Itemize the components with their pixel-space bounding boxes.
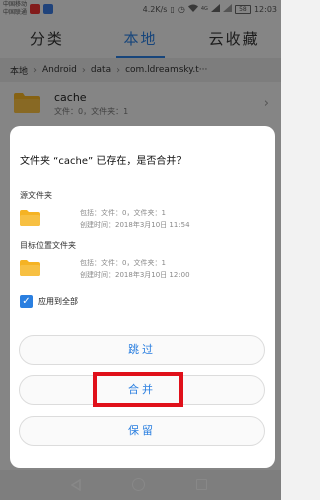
highlight-annotation-box (93, 372, 183, 407)
apply-all-label: 应用到全部 (38, 296, 78, 306)
skip-button[interactable]: 跳过 (19, 335, 265, 365)
back-icon[interactable] (70, 479, 82, 491)
target-folder-info: 包括：文件：0，文件夹：1 创建时间：2018年3月10日 12:00 (20, 256, 270, 286)
navigation-bar (0, 470, 281, 500)
folder-icon (20, 210, 40, 226)
recent-apps-icon[interactable] (196, 479, 207, 490)
target-contains: 包括：文件：0，文件夹：1 (80, 259, 166, 267)
keep-button[interactable]: 保留 (19, 416, 265, 446)
target-folder-label: 目标位置文件夹 (20, 241, 76, 250)
merge-folder-dialog: 文件夹 “cache” 已存在，是否合并？ 源文件夹 包括：文件：0，文件夹：1… (10, 126, 275, 468)
target-created: 创建时间：2018年3月10日 12:00 (80, 271, 190, 279)
apply-all-checkbox[interactable]: ✓ (20, 294, 33, 308)
home-icon[interactable] (132, 478, 145, 491)
dialog-title: 文件夹 “cache” 已存在，是否合并？ (20, 156, 187, 167)
source-folder-info: 包括：文件：0，文件夹：1 创建时间：2018年3月10日 11:54 (20, 206, 270, 236)
source-folder-label: 源文件夹 (20, 191, 52, 200)
folder-icon (20, 260, 40, 276)
source-contains: 包括：文件：0，文件夹：1 (80, 209, 166, 217)
apply-all-option[interactable]: ✓ 应用到全部 (20, 294, 78, 308)
source-created: 创建时间：2018年3月10日 11:54 (80, 221, 190, 229)
checkmark-icon: ✓ (22, 295, 31, 307)
